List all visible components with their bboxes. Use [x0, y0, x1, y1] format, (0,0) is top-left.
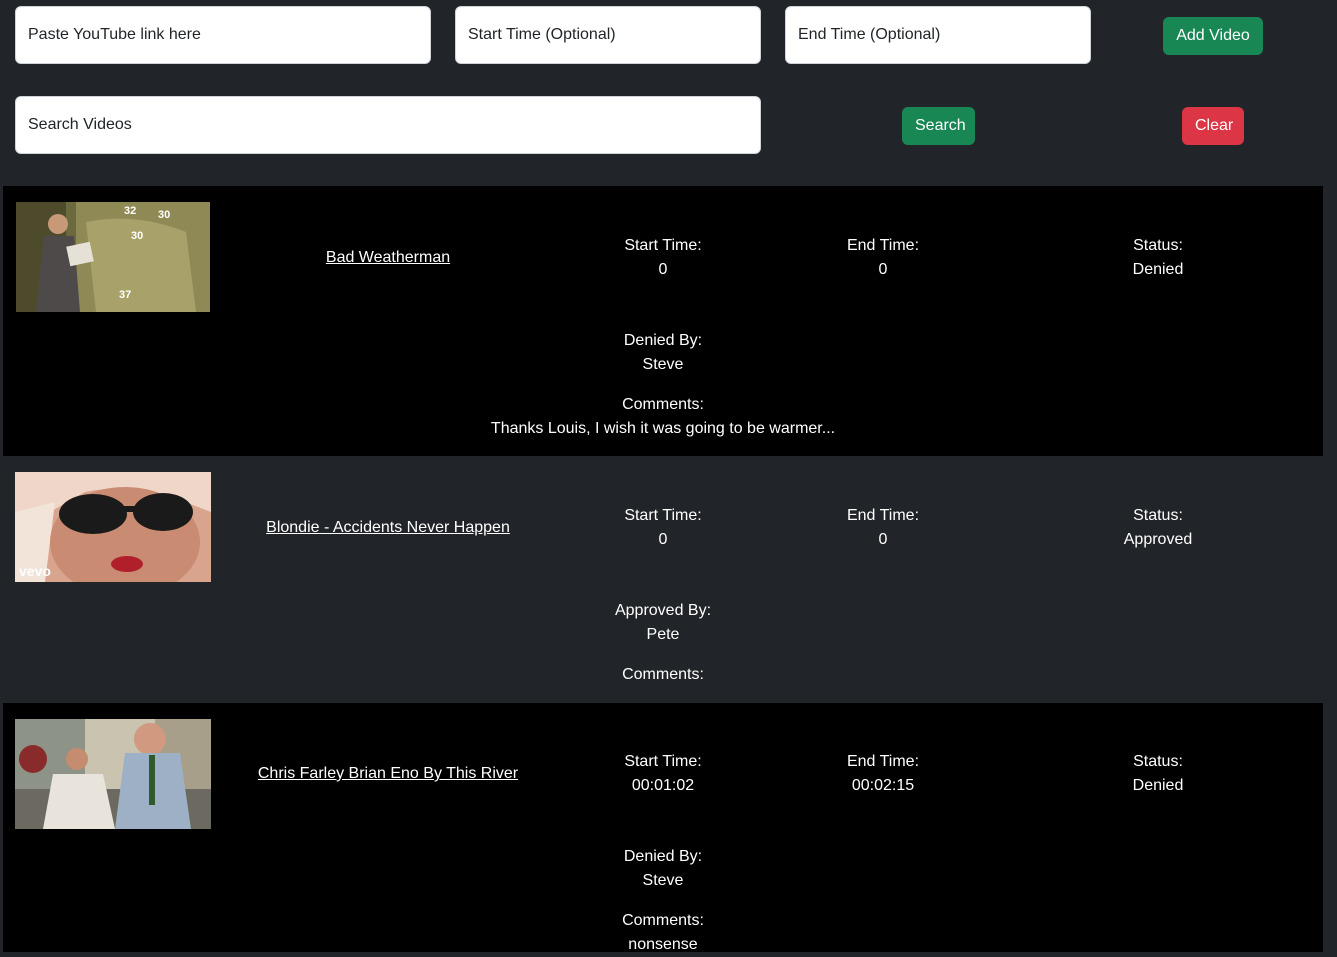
start-time-value: 00:01:02	[631, 777, 695, 794]
start-time-value: 0	[658, 531, 668, 548]
status-field: Status: Denied	[1058, 750, 1258, 798]
end-time-field: End Time: 00:02:15	[783, 750, 983, 798]
vevo-logo: vevo	[19, 563, 51, 579]
video-title-link[interactable]: Bad Weatherman	[238, 249, 538, 267]
video-title-link[interactable]: Chris Farley Brian Eno By This River	[238, 765, 538, 783]
start-time-value: 0	[658, 261, 668, 278]
comments-text: nonsense	[628, 936, 698, 953]
end-time-input[interactable]	[785, 6, 1091, 64]
status-label: Status:	[1133, 507, 1183, 524]
status-value: Denied	[1132, 261, 1184, 278]
weather-number: 37	[119, 289, 131, 301]
comments-label: Comments:	[622, 666, 704, 683]
status-label: Status:	[1133, 753, 1183, 770]
start-time-field: Start Time: 00:01:02	[563, 750, 763, 798]
comments-text: Thanks Louis, I wish it was going to be …	[490, 420, 836, 437]
reviewer-name: Steve	[642, 356, 684, 373]
end-time-field: End Time: 0	[783, 234, 983, 282]
reviewer-label: Denied By:	[623, 332, 703, 349]
end-time-value: 00:02:15	[851, 777, 915, 794]
status-field: Status: Approved	[1058, 504, 1258, 552]
start-time-input[interactable]	[455, 6, 761, 64]
search-button[interactable]: Search	[902, 107, 975, 145]
search-input[interactable]	[15, 96, 761, 154]
reviewer-label: Denied By:	[623, 848, 703, 865]
start-time-field: Start Time: 0	[563, 234, 763, 282]
comments-label: Comments:	[622, 912, 704, 929]
status-field: Status: Denied	[1058, 234, 1258, 282]
video-row: 32 30 30 37 Bad Weatherman Start Time: 0…	[3, 186, 1323, 456]
end-time-label: End Time:	[846, 507, 920, 524]
start-time-label: Start Time:	[624, 507, 702, 524]
reviewer-field: Denied By: Steve	[3, 329, 1323, 377]
end-time-label: End Time:	[846, 237, 920, 254]
reviewer-name: Pete	[646, 626, 680, 643]
comments-field: Comments:	[3, 663, 1323, 687]
video-thumbnail[interactable]	[15, 719, 211, 829]
comments-field: Comments: nonsense	[3, 909, 1323, 957]
weatherman-thumbnail-image: 32 30 30 37	[16, 202, 210, 312]
blondie-thumbnail-image: vevo	[15, 472, 211, 582]
reviewer-name: Steve	[642, 872, 684, 889]
status-label: Status:	[1133, 237, 1183, 254]
add-video-button[interactable]: Add Video	[1163, 17, 1263, 55]
end-time-value: 0	[878, 531, 888, 548]
farley-thumbnail-image	[15, 719, 211, 829]
start-time-label: Start Time:	[624, 237, 702, 254]
start-time-label: Start Time:	[624, 753, 702, 770]
video-row: Chris Farley Brian Eno By This River Sta…	[3, 703, 1323, 953]
start-time-field: Start Time: 0	[563, 504, 763, 552]
video-row: vevo Blondie - Accidents Never Happen St…	[3, 456, 1323, 703]
clear-button[interactable]: Clear	[1182, 107, 1244, 145]
end-time-label: End Time:	[846, 753, 920, 770]
weather-number: 32	[124, 205, 136, 217]
video-thumbnail[interactable]: vevo	[15, 472, 211, 582]
comments-field: Comments: Thanks Louis, I wish it was go…	[3, 393, 1323, 441]
reviewer-field: Approved By: Pete	[3, 599, 1323, 647]
reviewer-label: Approved By:	[614, 602, 712, 619]
comments-label: Comments:	[622, 396, 704, 413]
weather-number: 30	[131, 230, 143, 242]
video-thumbnail[interactable]: 32 30 30 37	[16, 202, 210, 312]
weather-number: 30	[158, 209, 170, 221]
end-time-field: End Time: 0	[783, 504, 983, 552]
reviewer-field: Denied By: Steve	[3, 845, 1323, 893]
video-title-link[interactable]: Blondie - Accidents Never Happen	[238, 519, 538, 537]
end-time-value: 0	[878, 261, 888, 278]
status-value: Approved	[1123, 531, 1193, 548]
status-value: Denied	[1132, 777, 1184, 794]
youtube-link-input[interactable]	[15, 6, 431, 64]
